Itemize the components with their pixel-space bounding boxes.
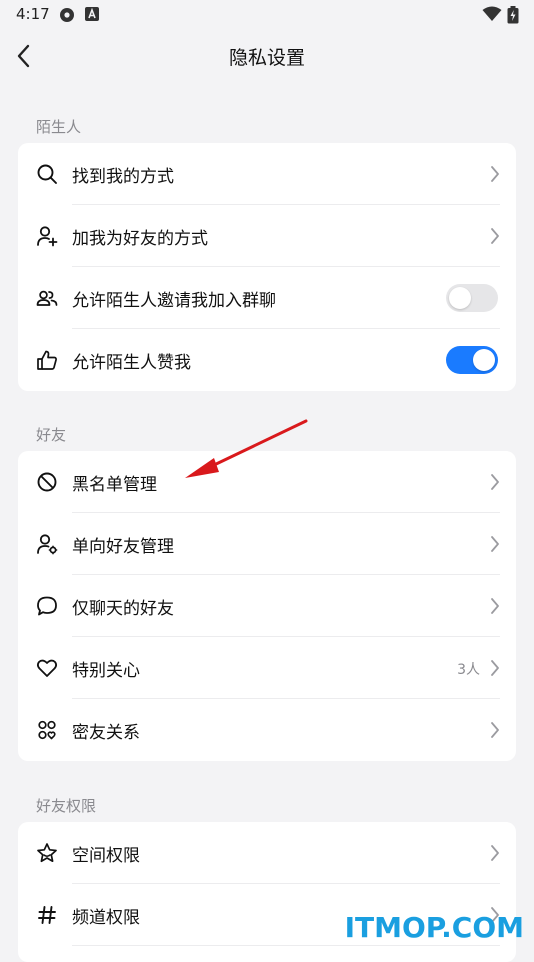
row-space-permission[interactable]: 空间权限	[18, 822, 516, 884]
section-label-strangers: 陌生人	[36, 118, 82, 136]
row-label: 黑名单管理	[72, 475, 157, 495]
group-invite-toggle[interactable]	[446, 284, 498, 312]
row-divider	[72, 945, 500, 946]
chevron-right-icon	[491, 536, 499, 552]
row-allow-likes: 允许陌生人赞我	[18, 329, 516, 391]
likes-toggle[interactable]	[446, 346, 498, 374]
section-label-permissions: 好友权限	[36, 797, 97, 815]
chevron-right-icon	[491, 660, 499, 676]
row-label: 单向好友管理	[72, 537, 174, 557]
chevron-right-icon	[491, 474, 499, 490]
strangers-card: 找到我的方式 加我为好友的方式 允许陌生人邀请我加入群聊 允许陌生人赞我	[18, 143, 516, 391]
close-friends-icon	[38, 720, 56, 740]
row-label: 仅聊天的好友	[72, 599, 174, 619]
search-icon	[37, 164, 57, 184]
battery-icon	[507, 6, 519, 24]
row-label: 允许陌生人赞我	[72, 353, 191, 373]
row-allow-group-invite: 允许陌生人邀请我加入群聊	[18, 267, 516, 329]
star-icon	[37, 843, 57, 863]
person-gear-icon	[37, 534, 58, 555]
row-chat-only-friends[interactable]: 仅聊天的好友	[18, 575, 516, 637]
toggle-knob	[473, 349, 495, 371]
watermark: ITMOP.COM	[344, 911, 524, 944]
row-one-way-friends[interactable]: 单向好友管理	[18, 513, 516, 575]
group-icon	[36, 290, 58, 306]
row-label: 加我为好友的方式	[72, 229, 208, 249]
row-add-me-methods[interactable]: 加我为好友的方式	[18, 205, 516, 267]
chevron-right-icon	[491, 845, 499, 861]
chevron-right-icon	[491, 598, 499, 614]
block-icon	[37, 472, 57, 492]
heart-icon	[36, 659, 58, 677]
wifi-icon	[482, 6, 502, 21]
row-close-friends[interactable]: 密友关系	[18, 699, 516, 761]
row-label: 找到我的方式	[72, 167, 174, 187]
row-label: 允许陌生人邀请我加入群聊	[72, 291, 276, 311]
row-label: 密友关系	[72, 723, 140, 743]
hash-icon	[38, 906, 56, 924]
row-label: 特别关心	[72, 661, 140, 681]
a-badge-icon	[85, 7, 99, 21]
chevron-right-icon	[491, 722, 499, 738]
status-bar: 4:17	[0, 0, 534, 28]
status-time: 4:17	[16, 5, 50, 23]
row-label: 频道权限	[72, 908, 140, 928]
special-care-count: 3人	[457, 662, 480, 678]
row-find-me-methods[interactable]: 找到我的方式	[18, 143, 516, 205]
chevron-right-icon	[491, 228, 499, 244]
section-label-friends: 好友	[36, 426, 67, 444]
nav-bar: 隐私设置	[0, 28, 534, 84]
chat-bubble-icon	[37, 596, 57, 616]
row-blacklist[interactable]: 黑名单管理	[18, 451, 516, 513]
person-add-icon	[37, 226, 58, 247]
thumbs-up-icon	[37, 350, 57, 370]
gear-icon	[60, 8, 74, 22]
friends-card: 黑名单管理 单向好友管理 仅聊天的好友 特别关心 3人 密友关系	[18, 451, 516, 761]
row-label: 空间权限	[72, 846, 140, 866]
toggle-knob	[449, 287, 471, 309]
page-title: 隐私设置	[228, 47, 305, 69]
row-special-care[interactable]: 特别关心 3人	[18, 637, 516, 699]
chevron-right-icon	[491, 166, 499, 182]
